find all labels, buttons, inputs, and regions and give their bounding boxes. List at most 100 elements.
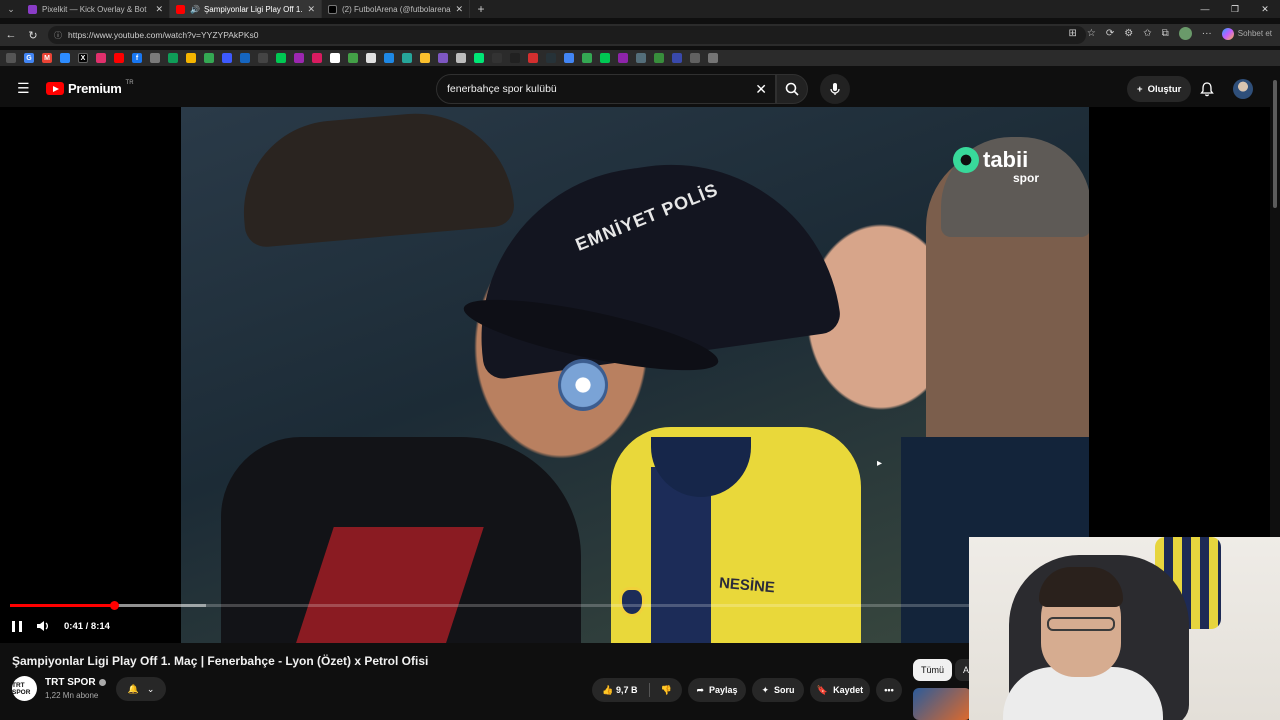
bookmark-icon[interactable] <box>240 53 250 63</box>
bookmark-icon[interactable] <box>582 53 592 63</box>
tab-x[interactable]: (2) FutbolArena (@futbolarena) / X ✕ <box>322 0 470 18</box>
divider <box>648 683 650 697</box>
bookmark-icon[interactable] <box>618 53 628 63</box>
search-input[interactable]: fenerbahçe spor kulübü ✕ <box>436 74 776 104</box>
youtube-logo[interactable]: Premium TR <box>46 79 134 96</box>
notifications-button[interactable] <box>1197 79 1217 99</box>
instagram-bookmark-icon[interactable] <box>96 53 106 63</box>
like-button[interactable]: 👍 9,7 B <box>602 685 637 696</box>
profile-avatar[interactable] <box>1178 27 1192 40</box>
site-info-icon[interactable]: ⓘ <box>54 30 62 41</box>
url-field[interactable]: ⓘ https://www.youtube.com/watch?v=YYZYPA… <box>48 26 1086 44</box>
recommended-video-thumbnail[interactable] <box>913 688 971 720</box>
country-code: TR <box>125 79 134 86</box>
tab-youtube[interactable]: 🔊 Şampiyonlar Ligi Play Off 1. Maç ✕ <box>170 0 322 18</box>
x-bookmark-icon[interactable]: X <box>78 53 88 63</box>
bookmark-icon[interactable] <box>366 53 376 63</box>
scrubber-handle[interactable] <box>109 601 119 610</box>
refresh-extension-icon[interactable]: ⟳ <box>1106 28 1114 39</box>
microphone-icon <box>830 83 840 95</box>
bookmark-icon[interactable] <box>438 53 448 63</box>
pause-icon[interactable] <box>12 620 22 632</box>
split-screen-icon[interactable]: ⊞ <box>1069 28 1077 39</box>
bookmark-icon[interactable] <box>474 53 484 63</box>
channel-name-link[interactable]: TRT SPOR <box>45 677 106 688</box>
copilot-label: Sohbet et <box>1237 29 1272 38</box>
bookmark-icon[interactable] <box>60 53 70 63</box>
speaker-icon[interactable]: 🔊 <box>190 5 200 14</box>
bookmark-icon[interactable] <box>330 53 340 63</box>
share-button[interactable]: ➦ Paylaş <box>688 678 746 702</box>
like-count: 9,7 B <box>616 684 638 695</box>
link-icon[interactable] <box>708 53 718 63</box>
bookmark-icon[interactable] <box>456 53 466 63</box>
tab-actions-menu-icon[interactable]: ⌄ <box>0 0 22 18</box>
browser-menu-icon[interactable]: ··· <box>1202 28 1212 39</box>
new-tab-button[interactable]: + <box>470 0 492 18</box>
facebook-bookmark-icon[interactable]: f <box>132 53 142 63</box>
search-button[interactable] <box>776 74 808 104</box>
bookmark-icon[interactable] <box>276 53 286 63</box>
bookmark-icon[interactable] <box>384 53 394 63</box>
clear-search-icon[interactable]: ✕ <box>755 81 767 98</box>
dislike-button[interactable]: 👎 <box>661 685 672 696</box>
bookmark-icon[interactable] <box>402 53 412 63</box>
bookmark-icon[interactable] <box>204 53 214 63</box>
back-icon[interactable]: ← <box>0 29 22 41</box>
bookmark-icon[interactable] <box>528 53 538 63</box>
bookmark-icon[interactable] <box>564 53 574 63</box>
account-avatar[interactable] <box>1233 79 1253 99</box>
bookmark-icon[interactable] <box>312 53 322 63</box>
bookmark-icon[interactable] <box>636 53 646 63</box>
video-frame[interactable]: NESİNE EMNİYET POLİS tabii spor ▸ <box>181 107 1089 643</box>
bookmark-icon[interactable] <box>546 53 556 63</box>
bookmark-icon[interactable] <box>672 53 682 63</box>
guide-menu-icon[interactable]: ☰ <box>17 81 31 95</box>
collections-icon[interactable]: ⧉ <box>1162 28 1169 39</box>
minimize-icon[interactable]: — <box>1190 0 1220 18</box>
reload-icon[interactable]: ↻ <box>22 29 44 42</box>
bookmark-icon[interactable] <box>600 53 610 63</box>
chip-all[interactable]: Tümü <box>913 659 953 681</box>
gmail-bookmark-icon[interactable]: M <box>42 53 52 63</box>
bell-icon <box>1200 81 1214 96</box>
copilot-button[interactable]: Sohbet et <box>1221 27 1272 40</box>
create-button[interactable]: + Oluştur <box>1127 76 1192 102</box>
folder-icon[interactable] <box>690 53 700 63</box>
close-tab-icon[interactable]: ✕ <box>455 4 463 15</box>
close-window-icon[interactable]: ✕ <box>1250 0 1280 18</box>
favorite-star-icon[interactable]: ☆ <box>1087 28 1096 39</box>
bookmark-icon[interactable] <box>492 53 502 63</box>
bookmark-icon[interactable] <box>258 53 268 63</box>
bookmark-icon[interactable] <box>222 53 232 63</box>
ask-button[interactable]: ✦ Soru <box>752 678 804 702</box>
bookmark-icon[interactable] <box>348 53 358 63</box>
save-button[interactable]: 🔖 Kaydet <box>810 678 870 702</box>
maximize-icon[interactable]: ❐ <box>1220 0 1250 18</box>
bookmark-icon[interactable] <box>186 53 196 63</box>
scrollbar-thumb[interactable] <box>1273 80 1277 208</box>
youtube-bookmark-icon[interactable] <box>114 53 124 63</box>
bookmark-menu-icon[interactable] <box>6 53 16 63</box>
google-bookmark-icon[interactable]: G <box>24 53 34 63</box>
subscribed-button[interactable]: 🔔 ⌄ <box>116 677 166 701</box>
bookmarks-bar: G M X f <box>0 50 1280 66</box>
bookmark-icon[interactable] <box>654 53 664 63</box>
voice-search-button[interactable] <box>820 74 850 104</box>
favorites-icon[interactable]: ✩ <box>1143 28 1151 39</box>
bookmark-icon[interactable] <box>420 53 430 63</box>
bookmark-icon[interactable] <box>168 53 178 63</box>
time-display: 0:41 / 8:14 <box>64 620 110 632</box>
close-tab-icon[interactable]: ✕ <box>155 4 163 15</box>
bookmark-icon[interactable] <box>510 53 520 63</box>
more-actions-button[interactable]: ••• <box>876 678 902 702</box>
bookmark-icon[interactable] <box>150 53 160 63</box>
extensions-icon[interactable]: ⚙ <box>1124 28 1133 39</box>
close-tab-icon[interactable]: ✕ <box>307 4 315 15</box>
channel-avatar[interactable]: TRT SPOR <box>12 676 37 701</box>
ask-label: Soru <box>774 685 795 695</box>
bookmark-icon[interactable] <box>294 53 304 63</box>
channel-avatar-text: TRT SPOR <box>12 681 31 696</box>
tab-pixelkit[interactable]: Pixelkit — Kick Overlay & Bot ✕ <box>22 0 170 18</box>
volume-icon[interactable] <box>36 620 50 632</box>
